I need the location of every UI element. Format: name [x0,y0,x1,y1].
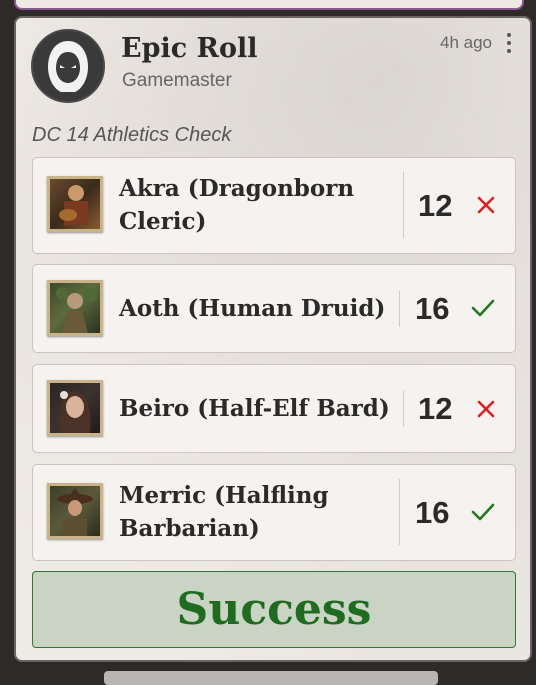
roll-score: 16 [415,291,450,326]
card-title: Epic Roll [121,33,258,64]
character-portrait [47,176,103,232]
roll-row: Aoth (Human Druid) 16 [32,264,516,353]
character-portrait [47,380,103,436]
roll-result-banner: Success [32,571,516,648]
character-name-line1: Merric (Halfling [119,482,329,509]
row-divider [403,172,404,238]
gamemaster-avatar [31,29,105,103]
row-divider [399,479,400,545]
result-label: Success [176,584,372,635]
character-name: Akra (Dragonborn Cleric) [119,172,354,238]
character-name-line2: Barbarian) [119,515,260,542]
character-portrait [47,483,103,539]
pass-check-icon [471,299,495,317]
character-name-line1: Akra (Dragonborn [119,175,355,202]
roll-row: Beiro (Half-Elf Bard) 12 [32,364,516,453]
row-divider [403,391,404,427]
roll-score: 12 [418,391,453,426]
character-portrait [47,280,103,336]
character-name-line2: Cleric) [119,208,207,235]
character-name: Merric (Halfling Barbarian) [119,479,329,545]
hooded-figure-icon [48,41,88,92]
roll-score: 16 [415,495,450,530]
roll-row: Merric (Halfling Barbarian) 16 [32,464,516,561]
roll-row: Akra (Dragonborn Cleric) 12 [32,157,516,254]
more-options-icon[interactable] [502,31,516,55]
pass-check-icon [471,503,495,521]
roll-card: Epic Roll Gamemaster 4h ago DC 14 Athlet… [14,16,532,662]
chat-input-bar[interactable] [104,671,438,685]
fail-x-icon [477,400,495,418]
timestamp: 4h ago [440,33,492,52]
fail-x-icon [477,196,495,214]
character-name: Aoth (Human Druid) [119,295,386,322]
check-title: DC 14 Athletics Check [32,124,232,146]
previous-card-edge [14,0,524,10]
card-subtitle: Gamemaster [122,70,232,91]
row-divider [399,291,400,327]
character-name: Beiro (Half-Elf Bard) [119,395,390,422]
roll-score: 12 [418,188,453,223]
